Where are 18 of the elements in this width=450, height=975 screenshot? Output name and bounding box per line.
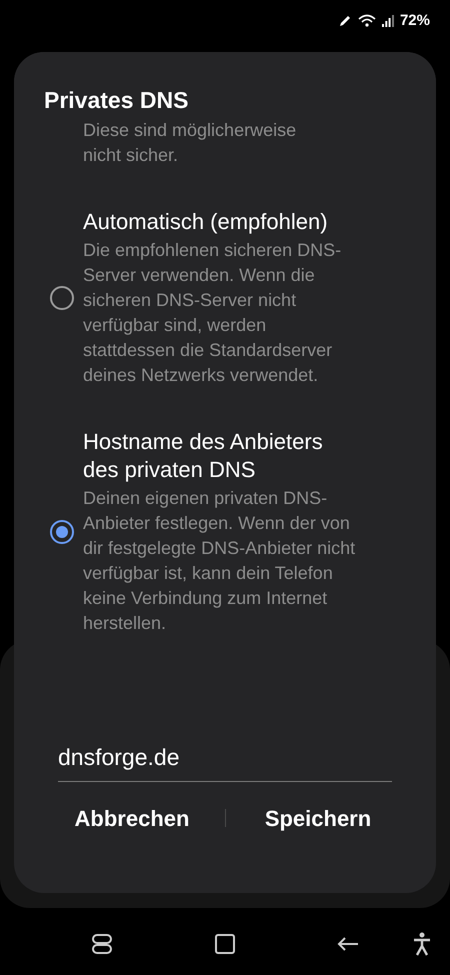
back-icon[interactable] — [337, 936, 359, 952]
accessibility-icon[interactable] — [412, 932, 432, 956]
recent-apps-icon[interactable] — [91, 933, 113, 955]
home-icon[interactable] — [215, 934, 235, 954]
cancel-button[interactable]: Abbrechen — [40, 796, 224, 840]
hostname-field[interactable]: dnsforge.de — [58, 740, 392, 782]
option-description: Diese sind möglicherweise nicht sicher. — [83, 119, 298, 167]
pen-icon — [338, 14, 352, 28]
option-title[interactable]: Automatisch (empfohlen) — [83, 208, 363, 236]
option-description: Die empfohlenen sicheren DNS-Server verwenden. Wenn die sicheren DNS-Server nicht verfügbar sind, werden stattdessen die Standardserver deines Netzwerks verwendet. — [83, 239, 342, 387]
radio-button[interactable] — [50, 286, 74, 310]
wifi-icon — [358, 14, 376, 28]
battery-percentage: 72% — [400, 10, 430, 31]
option-description: Deinen eigenen privaten DNS-Anbieter festlegen. Wenn der von dir festgelegte DNS-Anbieter nicht verfügbar ist, kann dein Telefon keine Verbindung zum Internet herstellen. — [83, 487, 356, 635]
signal-icon — [382, 15, 394, 27]
radio-button[interactable] — [50, 520, 74, 544]
option-title[interactable]: Hostname des Anbieters des privaten DNS — [83, 428, 363, 484]
save-button[interactable]: Speichern — [226, 796, 410, 840]
